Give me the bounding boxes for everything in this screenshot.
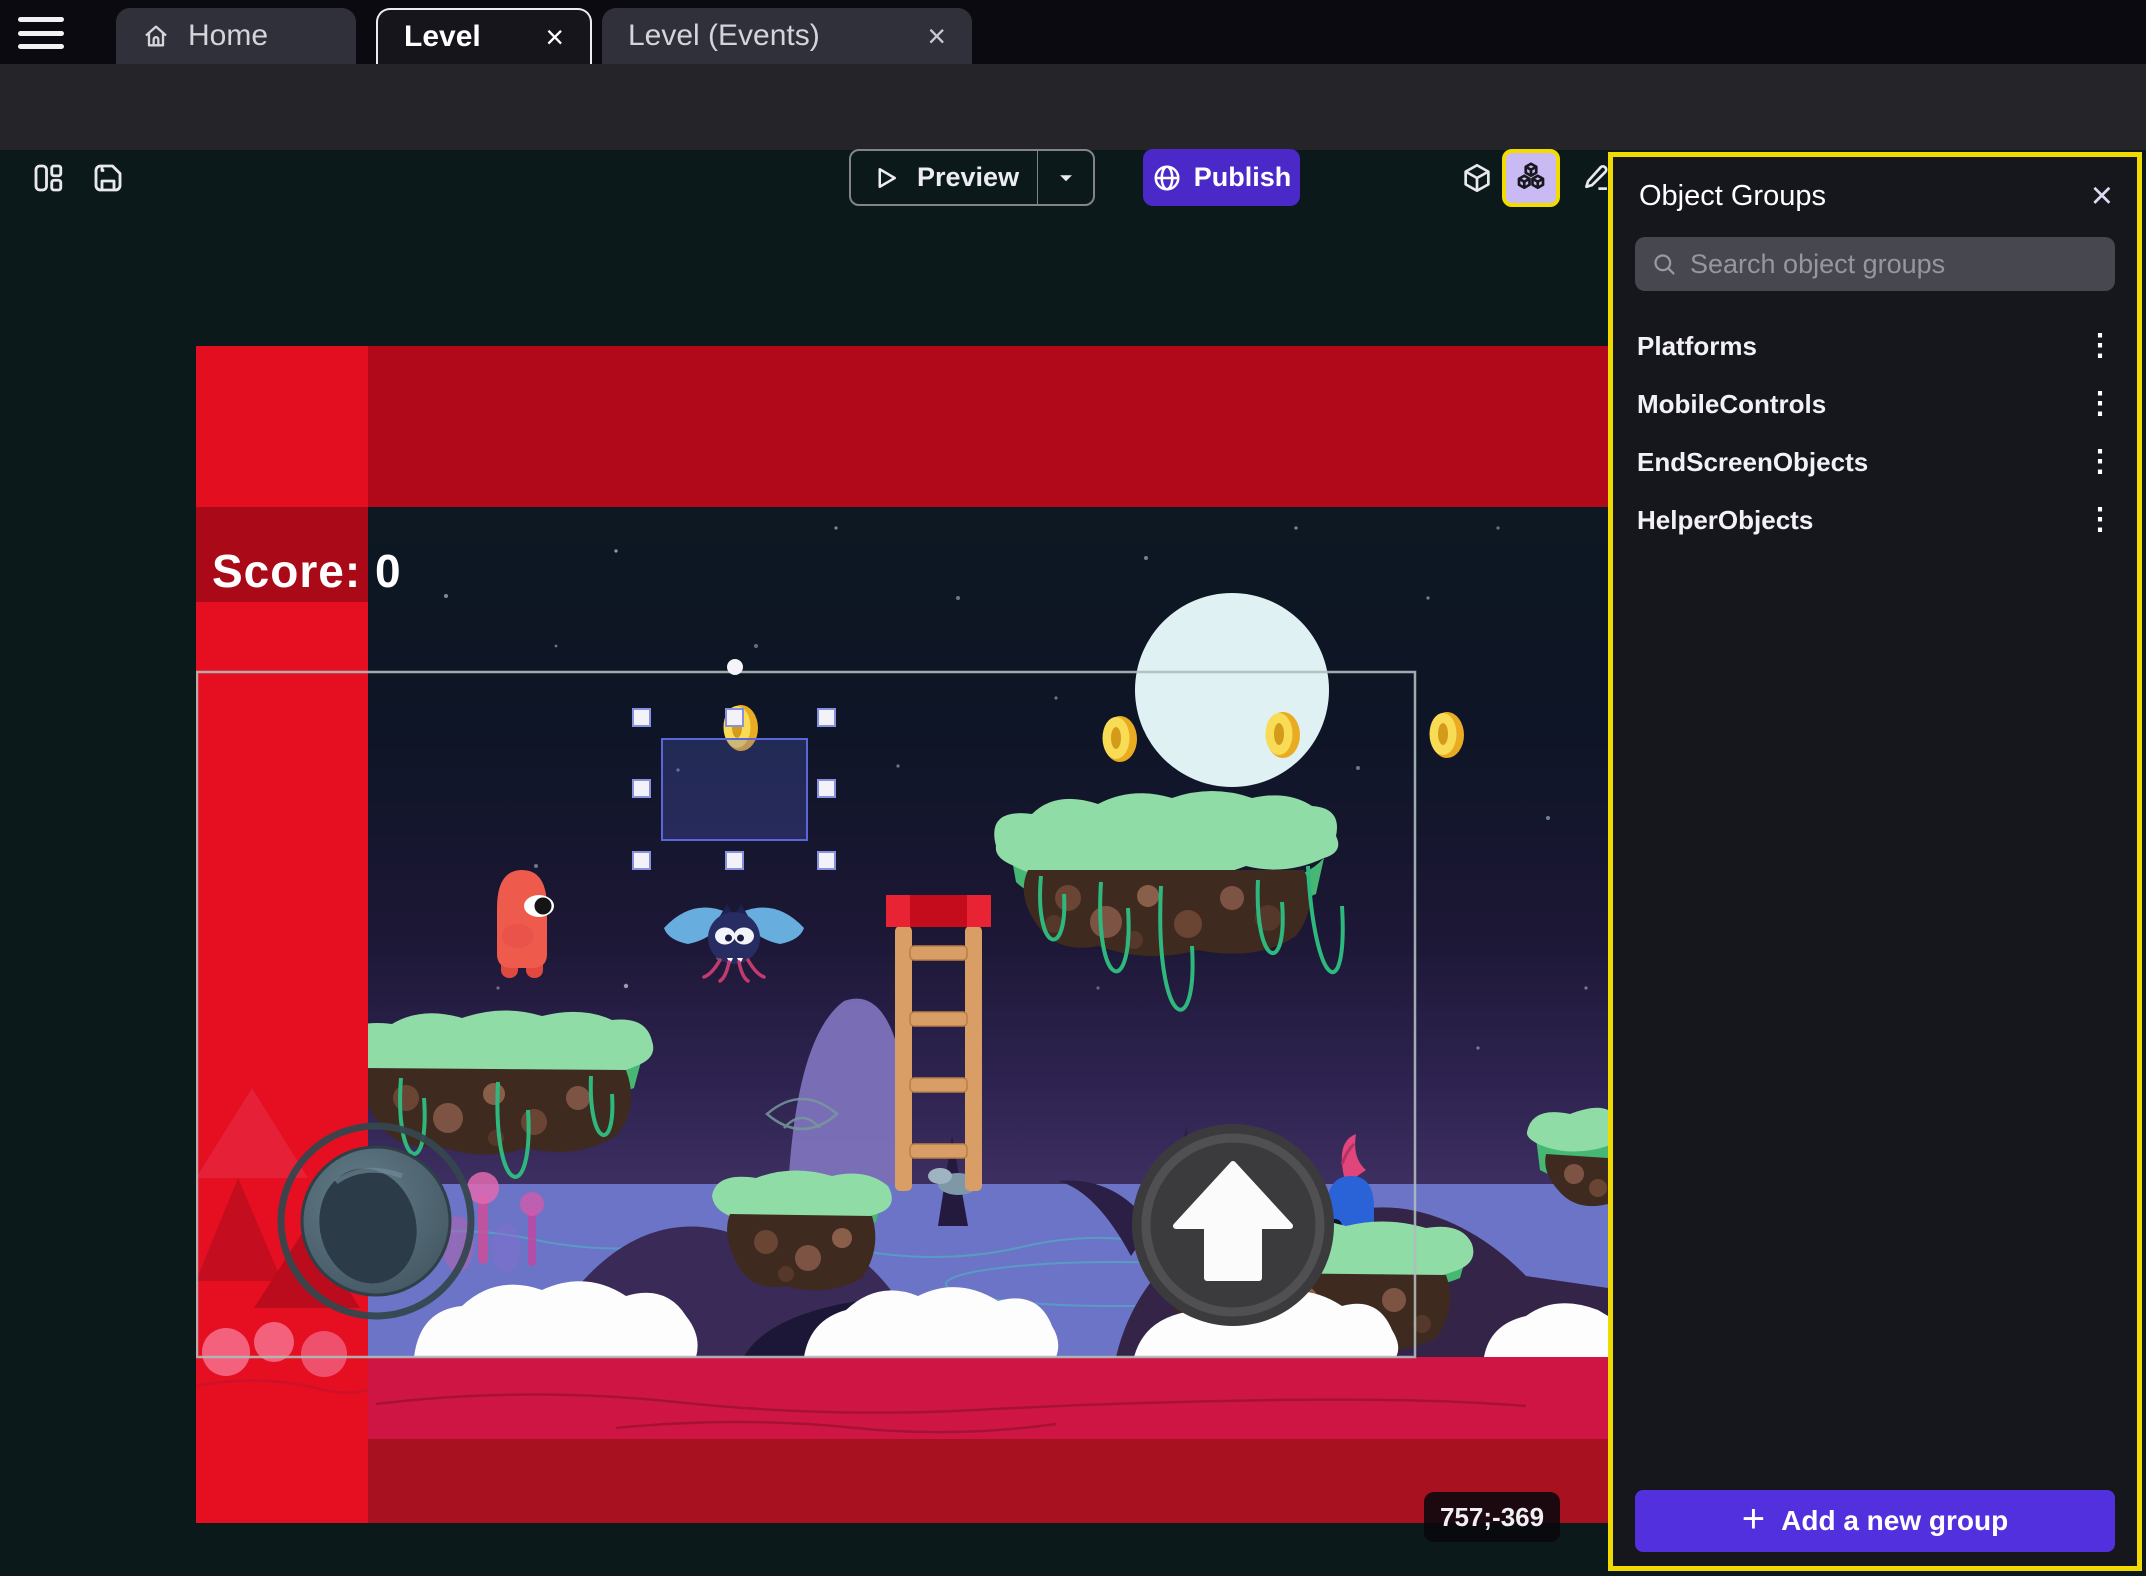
- preview-button[interactable]: Preview: [849, 149, 1095, 206]
- search-input[interactable]: [1690, 249, 2099, 280]
- selection-rotate-handle[interactable]: [727, 659, 743, 675]
- save-icon[interactable]: [86, 156, 130, 200]
- layout-panels-icon[interactable]: [26, 156, 70, 200]
- group-row-helperobjects[interactable]: HelperObjects ⋮: [1613, 491, 2137, 549]
- score-text: Score: 0: [212, 544, 402, 598]
- tab-home[interactable]: Home: [116, 8, 356, 64]
- selection-handle-n[interactable]: [725, 708, 744, 727]
- joystick-control[interactable]: [281, 1126, 471, 1316]
- kebab-menu-icon[interactable]: ⋮: [2079, 447, 2121, 477]
- selection-handle-s[interactable]: [725, 851, 744, 870]
- objects-cube-icon[interactable]: [1455, 156, 1499, 200]
- selection-handle-sw[interactable]: [632, 851, 651, 870]
- publish-label: Publish: [1194, 162, 1292, 193]
- tab-level-events-close-icon[interactable]: ×: [927, 20, 946, 52]
- top-wall-red[interactable]: [196, 346, 1608, 507]
- app-window: Home Level × Level (Events) × Preview: [0, 0, 2146, 1576]
- panel-title: Object Groups: [1639, 180, 1826, 213]
- object-groups-button[interactable]: [1502, 149, 1560, 207]
- tab-level-events[interactable]: Level (Events) ×: [602, 8, 972, 64]
- ground-wall-red[interactable]: [196, 1357, 1608, 1523]
- game-scene[interactable]: [196, 346, 1608, 1523]
- selection-rectangle[interactable]: [661, 738, 808, 841]
- plus-icon: +: [1742, 1499, 1765, 1539]
- tab-level-label: Level: [404, 20, 481, 54]
- caret-down-icon: [1053, 165, 1079, 191]
- selection-handle-se[interactable]: [817, 851, 836, 870]
- tab-bar: Home Level × Level (Events) ×: [0, 0, 2146, 64]
- tab-level-events-label: Level (Events): [628, 19, 820, 53]
- moon-sprite[interactable]: [1135, 593, 1329, 787]
- tab-level[interactable]: Level ×: [376, 8, 592, 64]
- kebab-menu-icon[interactable]: ⋮: [2079, 389, 2121, 419]
- selection-handle-ne[interactable]: [817, 708, 836, 727]
- home-icon: [142, 22, 170, 50]
- search-icon: [1651, 251, 1678, 278]
- group-row-endscreenobjects[interactable]: EndScreenObjects ⋮: [1613, 433, 2137, 491]
- publish-button[interactable]: Publish: [1143, 149, 1300, 206]
- tab-home-label: Home: [188, 19, 268, 53]
- hamburger-menu-icon[interactable]: [18, 14, 68, 52]
- cursor-coordinates-badge: 757;-369: [1424, 1492, 1560, 1542]
- group-list: Platforms ⋮ MobileControls ⋮ EndScreenOb…: [1613, 317, 2137, 549]
- jump-button-control[interactable]: [1132, 1124, 1334, 1326]
- preview-dropdown-button[interactable]: [1037, 151, 1093, 204]
- group-row-platforms[interactable]: Platforms ⋮: [1613, 317, 2137, 375]
- globe-icon: [1152, 163, 1182, 193]
- selection-handle-e[interactable]: [817, 779, 836, 798]
- object-groups-panel: Object Groups × Platforms ⋮ MobileContro…: [1608, 152, 2142, 1571]
- add-new-group-label: Add a new group: [1781, 1505, 2008, 1537]
- kebab-menu-icon[interactable]: ⋮: [2079, 505, 2121, 535]
- kebab-menu-icon[interactable]: ⋮: [2079, 331, 2121, 361]
- selection-handle-nw[interactable]: [632, 708, 651, 727]
- tab-level-close-icon[interactable]: ×: [545, 21, 564, 53]
- toolbar: Preview Publish: [0, 64, 2146, 150]
- group-row-mobilecontrols[interactable]: MobileControls ⋮: [1613, 375, 2137, 433]
- left-wall-red[interactable]: [196, 346, 368, 1523]
- play-icon: [871, 163, 901, 193]
- object-groups-icon: [1513, 160, 1549, 196]
- preview-label: Preview: [917, 162, 1019, 193]
- add-new-group-button[interactable]: + Add a new group: [1635, 1490, 2115, 1552]
- search-object-groups-input[interactable]: [1635, 237, 2115, 291]
- panel-close-icon[interactable]: ×: [2091, 177, 2113, 215]
- selection-handle-w[interactable]: [632, 779, 651, 798]
